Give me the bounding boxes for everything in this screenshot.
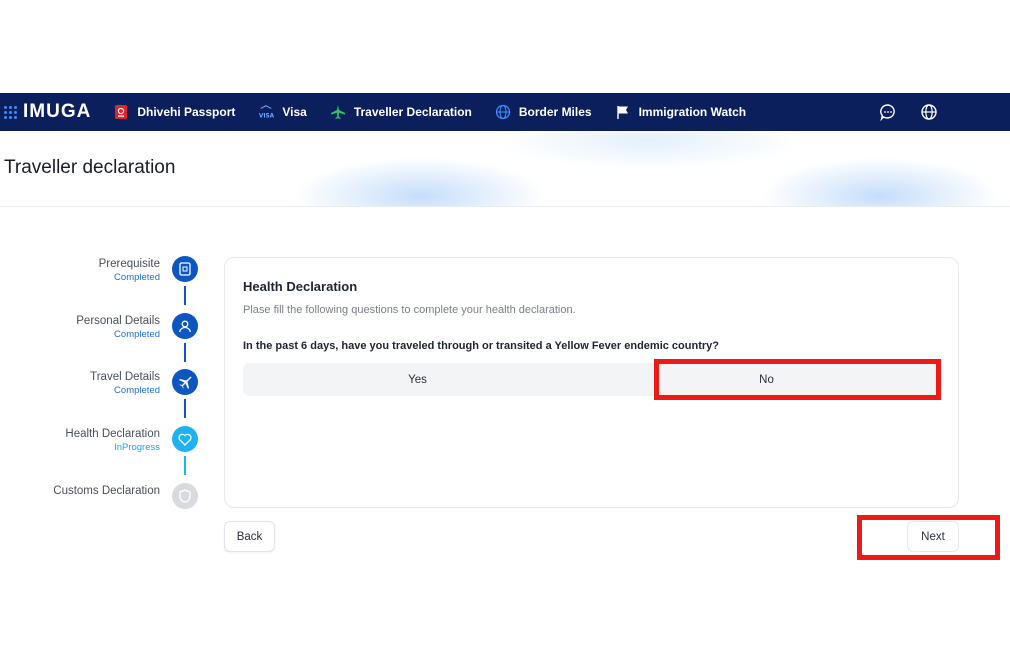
step-title: Customs Declaration: [53, 485, 160, 497]
chat-icon[interactable]: [879, 103, 897, 121]
step-connector: [184, 456, 186, 475]
language-globe-icon[interactable]: [920, 103, 938, 121]
step-travel-details[interactable]: Travel Details Completed: [0, 369, 198, 399]
health-declaration-card: Health Declaration Plase fill the follow…: [224, 257, 959, 508]
step-connector: [184, 286, 186, 305]
step-status: Completed: [114, 272, 160, 283]
nav-item-label: Visa: [282, 105, 307, 119]
nav-item-border-miles[interactable]: Border Miles: [495, 104, 592, 120]
nav-item-visa[interactable]: VISA Visa: [258, 104, 307, 120]
nav-item-traveller-declaration[interactable]: Traveller Declaration: [330, 104, 472, 120]
step-connector: [184, 343, 186, 362]
nav-item-label: Dhivehi Passport: [137, 105, 236, 119]
next-button[interactable]: Next: [907, 521, 959, 552]
nav-item-label: Border Miles: [518, 105, 592, 119]
nav-item-label: Traveller Declaration: [353, 105, 472, 119]
document-icon: [172, 256, 198, 282]
flag-icon: [615, 104, 631, 120]
step-prerequisite[interactable]: Prerequisite Completed: [0, 256, 198, 286]
page-title: Traveller declaration: [4, 157, 176, 178]
step-title: Travel Details: [90, 371, 160, 383]
card-subtitle: Plase fill the following questions to co…: [243, 304, 576, 316]
nav-item-dhivehi-passport[interactable]: Dhivehi Passport: [113, 104, 235, 120]
card-title: Health Declaration: [243, 279, 358, 294]
heart-icon: [172, 426, 198, 452]
shield-icon: [172, 483, 198, 509]
step-status: InProgress: [114, 442, 160, 453]
page-header: Traveller declaration: [0, 131, 1010, 207]
navbar-right-actions: [856, 93, 938, 131]
step-title: Prerequisite: [98, 258, 160, 270]
step-title: Personal Details: [76, 315, 160, 327]
top-navbar: IMUGA Dhivehi Passport VISA Visa Travell…: [0, 93, 1010, 131]
nav-item-label: Immigration Watch: [638, 105, 747, 119]
step-personal-details[interactable]: Personal Details Completed: [0, 313, 198, 343]
passport-icon: [113, 104, 129, 120]
user-icon: [172, 313, 198, 339]
plane-icon: [172, 369, 198, 395]
visa-icon: VISA: [258, 104, 274, 120]
airplane-icon: [330, 104, 346, 120]
yes-option[interactable]: Yes: [243, 363, 592, 396]
svg-text:VISA: VISA: [259, 113, 274, 119]
question-text: In the past 6 days, have you traveled th…: [243, 340, 719, 352]
step-title: Health Declaration: [65, 428, 160, 440]
yes-no-toggle: Yes No: [243, 363, 941, 396]
no-option[interactable]: No: [592, 363, 941, 396]
back-button[interactable]: Back: [224, 521, 275, 552]
step-connector: [184, 399, 186, 418]
step-health-declaration[interactable]: Health Declaration InProgress: [0, 426, 198, 456]
nav-item-immigration-watch[interactable]: Immigration Watch: [615, 104, 747, 120]
step-status: Completed: [114, 329, 160, 340]
imuga-logo[interactable]: IMUGA: [4, 101, 91, 123]
logo-dots-icon: [4, 105, 17, 119]
globe-icon: [495, 104, 511, 120]
logo-text: IMUGA: [23, 101, 92, 122]
step-status: Completed: [114, 385, 160, 396]
step-customs-declaration[interactable]: Customs Declaration: [0, 483, 198, 513]
